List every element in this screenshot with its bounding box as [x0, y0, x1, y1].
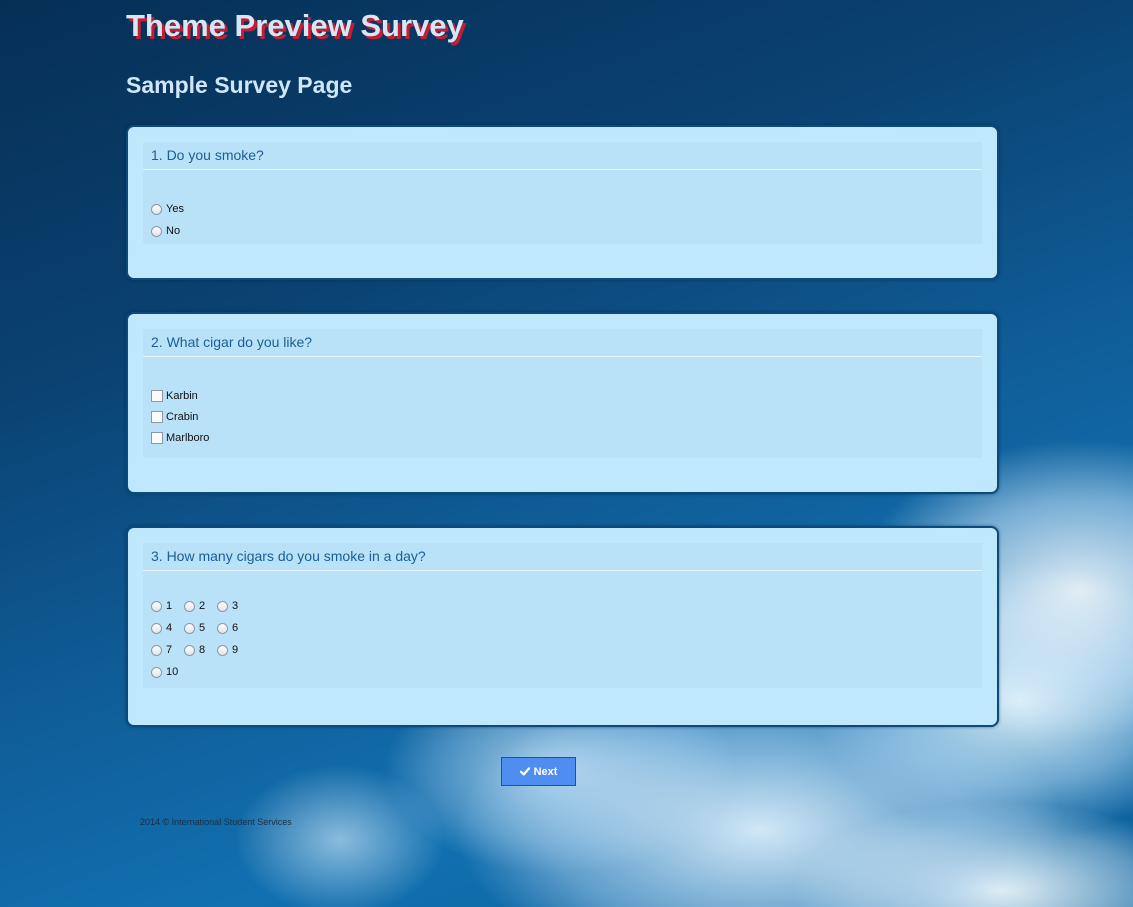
- options-row: 4 5 6: [151, 617, 974, 639]
- option-karbin-label: Karbin: [166, 389, 198, 402]
- radio-9[interactable]: [217, 644, 228, 656]
- option-4[interactable]: 4: [151, 617, 184, 639]
- option-10-label: 10: [166, 666, 179, 678]
- radio-2[interactable]: [184, 600, 195, 612]
- option-marlboro[interactable]: Marlboro: [151, 427, 974, 448]
- next-button-label: Next: [533, 765, 558, 778]
- option-no[interactable]: No: [151, 220, 974, 242]
- checkbox-crabin[interactable]: [151, 410, 163, 423]
- option-1[interactable]: 1: [151, 595, 184, 617]
- option-6[interactable]: 6: [217, 617, 250, 639]
- option-5-label: 5: [199, 622, 206, 634]
- option-yes-label: Yes: [166, 203, 184, 215]
- option-marlboro-label: Marlboro: [166, 431, 210, 444]
- question-2-options: Karbin Crabin Marlboro: [143, 357, 982, 458]
- option-3-label: 3: [232, 600, 239, 612]
- option-crabin-label: Crabin: [166, 410, 199, 423]
- question-2-title: 2. What cigar do you like?: [143, 329, 982, 357]
- footer-copyright: 2014 © International Student Services: [140, 817, 292, 827]
- radio-yes[interactable]: [151, 203, 162, 215]
- option-9[interactable]: 9: [217, 639, 250, 661]
- question-1-panel: 1. Do you smoke? Yes No: [126, 125, 999, 280]
- option-9-label: 9: [232, 644, 239, 656]
- radio-10[interactable]: [151, 666, 162, 678]
- option-2[interactable]: 2: [184, 595, 217, 617]
- survey-title: Theme Preview Survey: [126, 8, 464, 43]
- option-7[interactable]: 7: [151, 639, 184, 661]
- option-3[interactable]: 3: [217, 595, 250, 617]
- question-2-panel: 2. What cigar do you like? Karbin Crabin…: [126, 312, 999, 494]
- radio-6[interactable]: [217, 622, 228, 634]
- page-title: Sample Survey Page: [126, 72, 353, 98]
- question-3-title: 3. How many cigars do you smoke in a day…: [143, 543, 982, 571]
- next-button[interactable]: Next: [501, 757, 576, 786]
- option-5[interactable]: 5: [184, 617, 217, 639]
- options-row: 1 2 3: [151, 595, 974, 617]
- radio-5[interactable]: [184, 622, 195, 634]
- radio-7[interactable]: [151, 644, 162, 656]
- radio-8[interactable]: [184, 644, 195, 656]
- options-row: 10: [151, 661, 974, 683]
- option-8[interactable]: 8: [184, 639, 217, 661]
- radio-no[interactable]: [151, 225, 162, 237]
- checkbox-karbin[interactable]: [151, 389, 163, 402]
- question-3-panel: 3. How many cigars do you smoke in a day…: [126, 526, 999, 727]
- question-3-options: 1 2 3 4 5 6 7 8 9 10: [143, 571, 982, 688]
- question-1-title: 1. Do you smoke?: [143, 142, 982, 170]
- option-8-label: 8: [199, 644, 206, 656]
- option-crabin[interactable]: Crabin: [151, 406, 974, 427]
- option-no-label: No: [166, 225, 181, 237]
- option-10[interactable]: 10: [151, 661, 184, 683]
- option-7-label: 7: [166, 644, 173, 656]
- check-icon: [519, 767, 530, 776]
- option-1-label: 1: [166, 600, 173, 612]
- option-6-label: 6: [232, 622, 239, 634]
- option-4-label: 4: [166, 622, 173, 634]
- options-row: 7 8 9: [151, 639, 974, 661]
- radio-3[interactable]: [217, 600, 228, 612]
- option-karbin[interactable]: Karbin: [151, 385, 974, 406]
- option-2-label: 2: [199, 600, 206, 612]
- option-yes[interactable]: Yes: [151, 198, 974, 220]
- radio-4[interactable]: [151, 622, 162, 634]
- radio-1[interactable]: [151, 600, 162, 612]
- checkbox-marlboro[interactable]: [151, 431, 163, 444]
- question-1-options: Yes No: [143, 170, 982, 244]
